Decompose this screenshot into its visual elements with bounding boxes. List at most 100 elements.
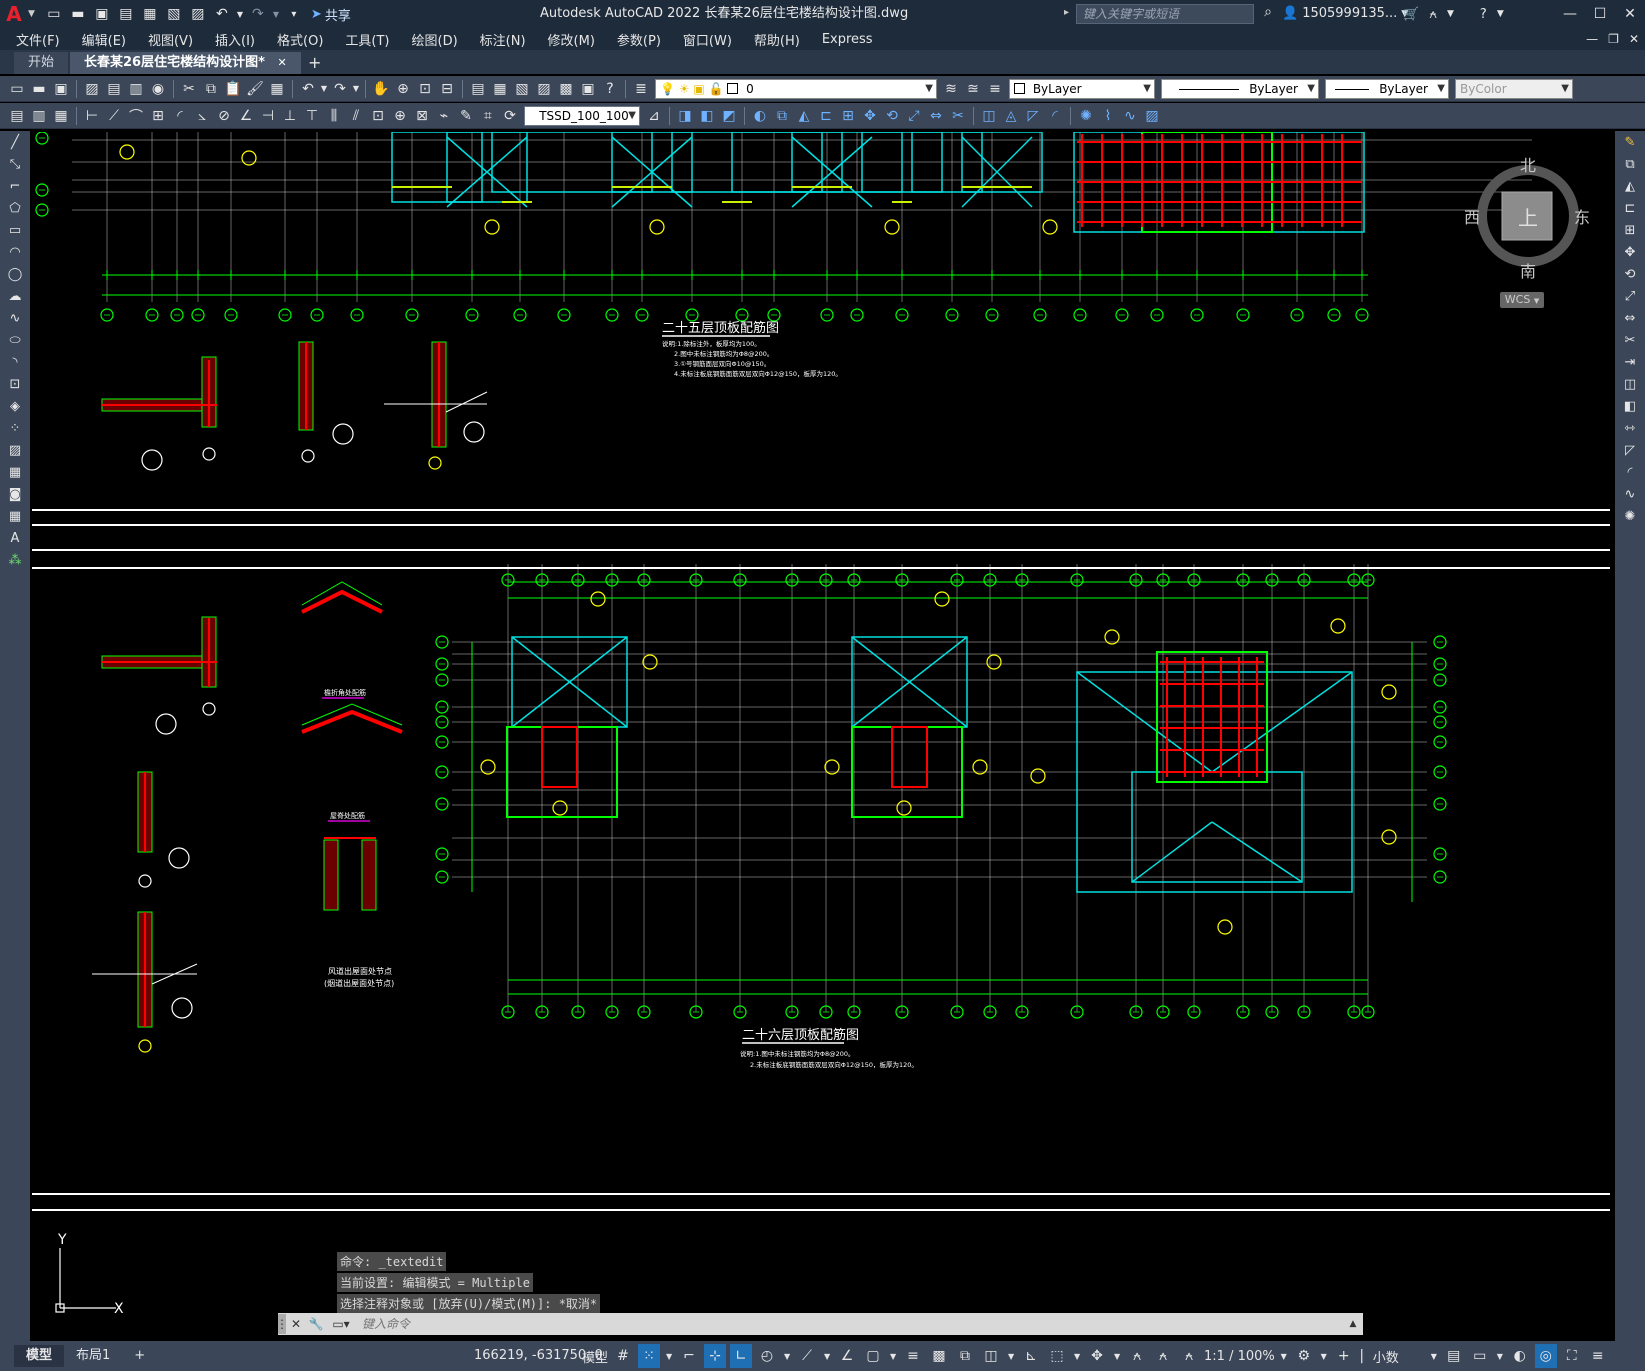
pan-icon[interactable]: ✋ (370, 78, 392, 100)
menu-format[interactable]: 格式(O) (277, 30, 323, 49)
redo-icon[interactable]: ↷ (329, 78, 351, 100)
explode-icon[interactable]: ✺ (1615, 505, 1645, 527)
continue-dimension-icon[interactable]: ⊤ (301, 105, 323, 127)
close-icon[interactable]: ✕ (1615, 0, 1645, 28)
grid-icon[interactable]: # (612, 1344, 634, 1368)
move-icon[interactable]: ✥ (1615, 241, 1645, 263)
offset-icon[interactable]: ⊏ (1615, 197, 1645, 219)
menu-file[interactable]: 文件(F) (16, 30, 60, 49)
preview-icon[interactable]: ▤ (103, 78, 125, 100)
trim-icon[interactable]: ✂ (947, 105, 969, 127)
ordinate-dimension-icon[interactable]: ⊞ (147, 105, 169, 127)
aligned-dimension-icon[interactable]: ⟋ (103, 105, 125, 127)
search-icon[interactable]: ⌕ (1258, 4, 1278, 24)
scale-icon[interactable]: ⤢ (1615, 285, 1645, 307)
osnap-icon[interactable]: ▢ (862, 1344, 884, 1368)
doc-close-icon[interactable]: ✕ (1629, 32, 1639, 46)
rotate-icon[interactable]: ⟲ (1615, 263, 1645, 285)
command-input[interactable] (356, 1315, 1343, 1333)
trim-icon[interactable]: ✂ (1615, 329, 1645, 351)
center-mark-icon[interactable]: ⊕ (389, 105, 411, 127)
annotation-monitor-icon[interactable]: + (1333, 1344, 1355, 1368)
save-as-icon[interactable]: ▤ (115, 3, 137, 25)
angular-dimension-icon[interactable]: ∠ (235, 105, 257, 127)
menu-modify[interactable]: 修改(M) (548, 30, 595, 49)
menu-edit[interactable]: 编辑(E) (82, 30, 126, 49)
mirror-icon[interactable]: ◭ (793, 105, 815, 127)
menu-express[interactable]: Express (822, 32, 873, 47)
chamfer-icon[interactable]: ◸ (1022, 105, 1044, 127)
fillet-icon[interactable]: ◜ (1615, 461, 1645, 483)
inspection-icon[interactable]: ⊠ (411, 105, 433, 127)
customize-qat-icon[interactable]: ▾ (283, 3, 305, 25)
layer-properties-icon[interactable]: ≣ (630, 78, 652, 100)
quick-properties-icon[interactable]: ▤ (1443, 1344, 1465, 1368)
cart-icon[interactable]: 🛒 (1403, 7, 1419, 22)
a360-dropdown-icon[interactable]: ▼ (1447, 9, 1454, 19)
open-icon[interactable]: ▬ (28, 78, 50, 100)
publish-icon[interactable]: ▥ (125, 78, 147, 100)
dimension-style-icon[interactable]: ⊿ (643, 105, 665, 127)
cut-icon[interactable]: ✂ (178, 78, 200, 100)
copy-object-icon[interactable]: ⧉ (771, 105, 793, 127)
doc-restore-icon[interactable]: ❐ (1608, 32, 1619, 46)
circle-icon[interactable]: ◯ (0, 263, 30, 285)
paste-icon[interactable]: 📋 (222, 78, 244, 100)
match-properties-icon[interactable]: 🖌 (244, 78, 266, 100)
close-command-line-icon[interactable]: ✕ (286, 1314, 306, 1334)
markup-icon[interactable]: ▩ (555, 78, 577, 100)
polar-dropdown-icon[interactable]: ▼ (782, 1344, 792, 1368)
dimension-update-icon[interactable]: ⟳ (499, 105, 521, 127)
globe-icon[interactable]: ◉ (147, 78, 169, 100)
viewcube-south[interactable]: 南 (1520, 258, 1536, 282)
selection-filter-icon[interactable]: ⬚ (1046, 1344, 1068, 1368)
copy-icon[interactable]: ⧉ (1615, 153, 1645, 175)
gizmo-dropdown-icon[interactable]: ▼ (1112, 1344, 1122, 1368)
dimension-edit-icon[interactable]: ✎ (455, 105, 477, 127)
dynamic-ucs-icon[interactable]: ⊾ (1020, 1344, 1042, 1368)
selection-filter-dropdown-icon[interactable]: ▼ (1072, 1344, 1082, 1368)
draworder-front-icon[interactable]: ◨ (674, 105, 696, 127)
layer-state-icon[interactable]: ≡ (984, 78, 1006, 100)
color-dropdown[interactable]: ByLayer ▼ (1009, 78, 1155, 99)
arc-length-icon[interactable]: ⌒ (125, 105, 147, 127)
viewcube-east[interactable]: 东 (1574, 204, 1590, 228)
minimize-icon[interactable]: — (1555, 0, 1585, 28)
chamfer-icon[interactable]: ◸ (1615, 439, 1645, 461)
open-file-icon[interactable]: ▬ (67, 3, 89, 25)
viewcube-west[interactable]: 西 (1464, 204, 1480, 228)
edit-hatch-icon[interactable]: ▨ (1141, 105, 1163, 127)
customize-icon[interactable]: 🔧 (306, 1314, 326, 1334)
help-icon[interactable]: ? (1480, 7, 1487, 22)
polyline-icon[interactable]: ⌐ (0, 175, 30, 197)
annotation-scale-value[interactable]: 1:1 / 100% (1204, 1349, 1275, 1364)
qnew-icon[interactable]: ▭ (6, 78, 28, 100)
viewcube-top-face[interactable]: 上 (1518, 202, 1538, 231)
zoom-previous-icon[interactable]: ⊟ (436, 78, 458, 100)
add-layout-icon[interactable]: + (122, 1345, 157, 1367)
menu-insert[interactable]: 插入(I) (215, 30, 255, 49)
draworder-above-icon[interactable]: ◩ (718, 105, 740, 127)
recent-commands-icon[interactable]: ▭▾ (326, 1314, 356, 1334)
dimension-text-edit-icon[interactable]: ⌗ (477, 105, 499, 127)
menu-help[interactable]: 帮助(H) (754, 30, 800, 49)
fillet-icon[interactable]: ◜ (1044, 105, 1066, 127)
offset-icon[interactable]: ⊏ (815, 105, 837, 127)
linetype-dropdown[interactable]: ByLayer ▼ (1161, 78, 1319, 99)
lineweight-icon[interactable]: ≡ (902, 1344, 924, 1368)
annotation-visibility-icon[interactable]: ⍲ (1126, 1344, 1148, 1368)
jogged-dimension-icon[interactable]: ⦣ (191, 105, 213, 127)
quick-dimension-icon[interactable]: ⊣ (257, 105, 279, 127)
workspace-dropdown-icon[interactable]: ▼ (1319, 1344, 1329, 1368)
ellipse-icon[interactable]: ⬭ (0, 329, 30, 351)
polygon-icon[interactable]: ⬠ (0, 197, 30, 219)
scale-icon[interactable]: ⤢ (903, 105, 925, 127)
point-icon[interactable]: ⁘ (0, 417, 30, 439)
new-tab-icon[interactable]: + (303, 52, 327, 74)
break-icon[interactable]: ◧ (1615, 395, 1645, 417)
menu-tools[interactable]: 工具(T) (345, 30, 389, 49)
edit-spline-icon[interactable]: ∿ (1119, 105, 1141, 127)
array-icon[interactable]: ⊞ (837, 105, 859, 127)
construction-line-icon[interactable]: ⤡ (0, 153, 30, 175)
explode-icon[interactable]: ✺ (1075, 105, 1097, 127)
